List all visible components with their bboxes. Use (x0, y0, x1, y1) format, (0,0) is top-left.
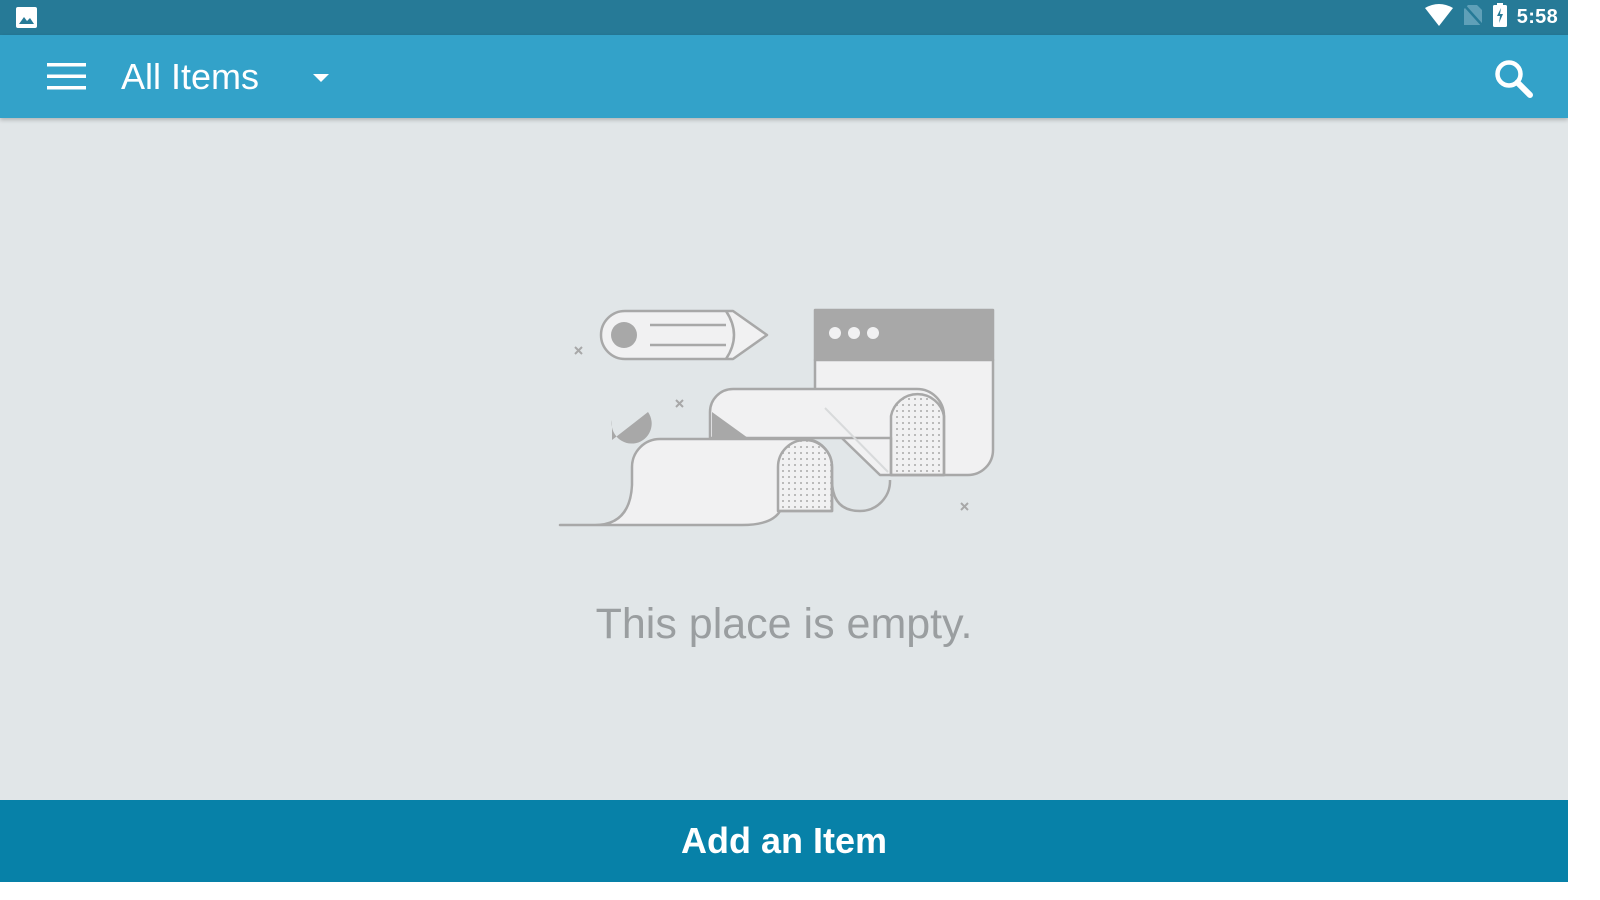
search-icon (1495, 60, 1533, 98)
status-clock: 5:58 (1516, 6, 1558, 28)
page-title: All Items (121, 55, 260, 97)
dropdown-arrow-icon (313, 73, 330, 82)
empty-state-message: This place is empty. (595, 600, 973, 648)
app-bar: All Items (0, 35, 1568, 118)
no-sim-icon (1462, 4, 1483, 31)
hamburger-menu-icon (47, 63, 86, 90)
image-notification-icon (16, 7, 37, 33)
wifi-icon (1424, 4, 1453, 31)
view-selector[interactable]: All Items (121, 35, 330, 118)
status-icons: 5:58 (1424, 0, 1558, 35)
empty-scrolls-illustration (558, 308, 995, 527)
add-item-button[interactable]: Add an Item (0, 800, 1568, 882)
battery-charging-icon (1492, 3, 1507, 32)
app-screen: 5:58 All Items This place is empty. Add … (0, 0, 1568, 882)
menu-button[interactable] (42, 57, 90, 97)
search-button[interactable] (1492, 57, 1536, 101)
status-bar: 5:58 (0, 0, 1568, 35)
